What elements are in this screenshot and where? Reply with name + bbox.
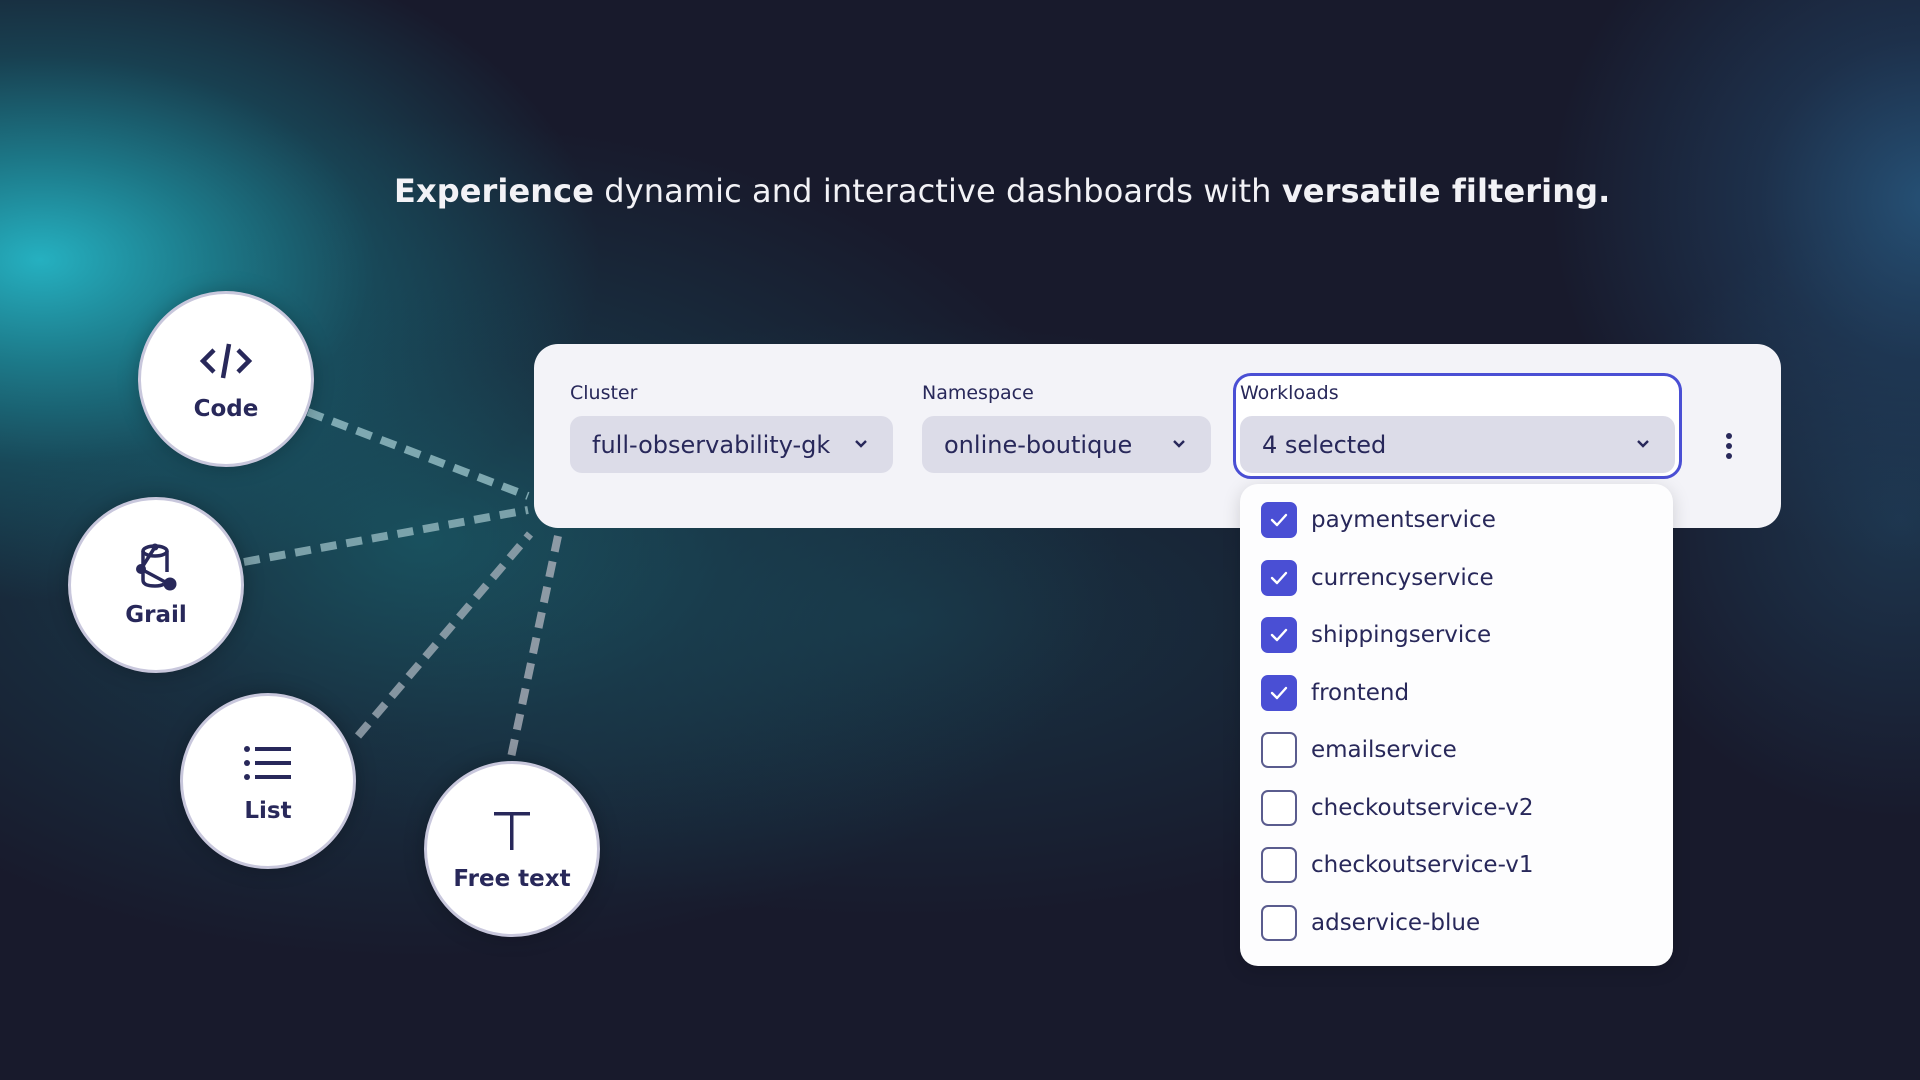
checkbox-unchecked[interactable]: [1261, 789, 1297, 826]
workloads-label: Workloads: [1240, 382, 1339, 404]
namespace-value: online-boutique: [944, 430, 1133, 459]
workload-option[interactable]: paymentservice: [1261, 500, 1496, 540]
list-icon: [238, 738, 298, 788]
code-icon: [196, 336, 256, 386]
filter-type-code[interactable]: Code: [138, 291, 314, 467]
check-icon: [1270, 571, 1288, 584]
workload-option-label: currencyservice: [1311, 564, 1494, 591]
workload-option-label: emailservice: [1311, 737, 1457, 763]
workloads-filter: Workloads 4 selected: [1233, 373, 1682, 479]
filter-type-list[interactable]: List: [180, 693, 356, 869]
cluster-select[interactable]: full-observability-gk: [570, 416, 893, 473]
checkbox-unchecked[interactable]: [1261, 904, 1297, 941]
workload-option-label: paymentservice: [1311, 507, 1496, 533]
chevron-down-icon: [1173, 440, 1185, 448]
connector-list: [354, 531, 534, 739]
filter-type-label: Grail: [125, 602, 187, 628]
workload-option[interactable]: currencyservice: [1261, 558, 1494, 598]
connector-grail: [243, 506, 529, 566]
checkbox-checked[interactable]: [1261, 502, 1297, 538]
chevron-down-icon: [1637, 440, 1649, 448]
check-icon: [1270, 686, 1288, 699]
namespace-label: Namespace: [922, 382, 1034, 404]
grail-icon: [126, 542, 186, 592]
workload-option-label: shippingservice: [1311, 622, 1492, 648]
checkbox-unchecked[interactable]: [1261, 847, 1297, 883]
workload-option[interactable]: adservice-blue: [1261, 903, 1480, 943]
checkbox-checked[interactable]: [1261, 674, 1297, 711]
workload-option-label: checkoutservice-v2: [1311, 794, 1534, 821]
workloads-value: 4 selected: [1262, 430, 1387, 459]
workload-option[interactable]: shippingservice: [1261, 615, 1491, 655]
workload-option[interactable]: frontend: [1261, 673, 1409, 713]
workload-option[interactable]: checkoutservice-v1: [1261, 845, 1534, 885]
chevron-down-icon: [855, 440, 867, 448]
filter-type-label: Free text: [453, 866, 571, 892]
workload-option[interactable]: emailservice: [1261, 730, 1457, 770]
check-icon: [1270, 628, 1288, 642]
workload-option-label: frontend: [1311, 679, 1410, 706]
workloads-dropdown: paymentservice currencyservice shippingser…: [1240, 484, 1673, 966]
more-options-icon[interactable]: [1722, 432, 1736, 460]
workload-option[interactable]: checkoutservice-v2: [1261, 788, 1534, 828]
connector-free-text: [506, 535, 562, 763]
check-icon: [1270, 513, 1288, 527]
filter-type-free-text[interactable]: Free text: [424, 761, 600, 937]
cluster-value: full-observability-gk: [592, 430, 831, 459]
filter-type-grail[interactable]: Grail: [68, 497, 244, 673]
cluster-label: Cluster: [570, 382, 638, 404]
checkbox-unchecked[interactable]: [1261, 732, 1297, 768]
text-icon: [482, 806, 542, 856]
workload-option-label: checkoutservice-v1: [1311, 852, 1534, 878]
workload-option-label: adservice-blue: [1311, 909, 1481, 936]
checkbox-checked[interactable]: [1261, 559, 1297, 596]
workloads-select[interactable]: 4 selected: [1240, 416, 1675, 473]
filter-type-label: Code: [193, 396, 259, 422]
connector-code: [306, 408, 530, 500]
checkbox-checked[interactable]: [1261, 617, 1297, 653]
namespace-select[interactable]: online-boutique: [922, 416, 1211, 473]
filter-type-label: List: [244, 798, 292, 824]
